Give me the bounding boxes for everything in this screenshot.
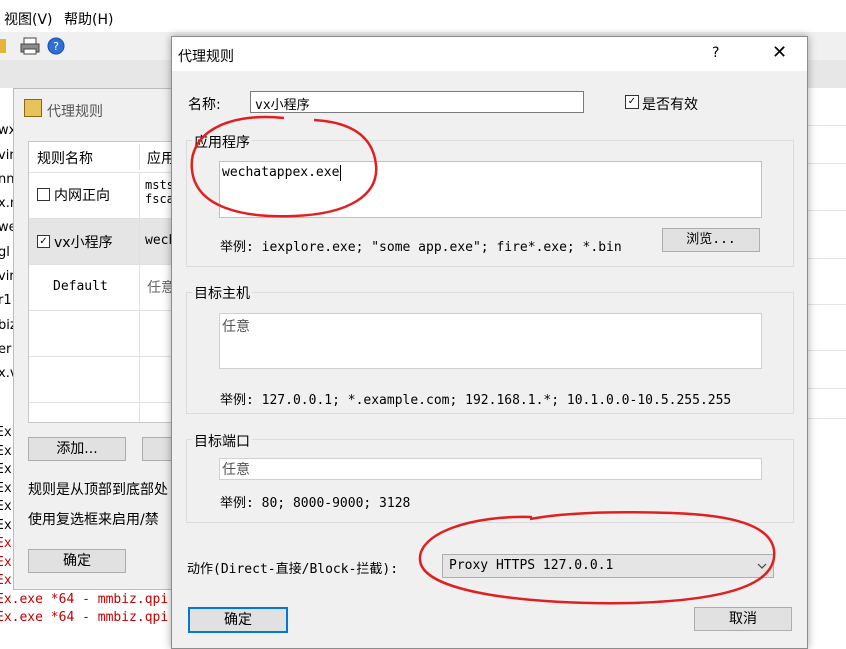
dialog-title: 代理规则 <box>178 49 234 65</box>
background-list-item: er <box>0 342 12 357</box>
name-input[interactable]: vx小程序 <box>250 91 584 113</box>
table-row[interactable]: ✓ vx小程序 wech <box>29 218 189 265</box>
background-list-item: gl <box>0 245 10 260</box>
table-row[interactable]: Default 任意 <box>29 264 189 311</box>
background-log-line: Ex <box>0 517 12 533</box>
dialog-titlebar: 代理规则 ? ✕ <box>172 37 807 71</box>
enabled-label: 是否有效 <box>642 97 698 113</box>
background-right-list <box>806 88 846 647</box>
help-button[interactable]: ? <box>712 45 719 61</box>
background-list-item: nn <box>0 172 14 187</box>
rule-name: 内网正向 <box>54 188 110 204</box>
background-list-item: r1 <box>0 293 12 308</box>
background-list-item: x.m <box>0 196 14 211</box>
rule-enable-checkbox[interactable] <box>37 188 50 201</box>
app-group-label: 应用程序 <box>192 132 252 152</box>
action-select[interactable]: Proxy HTTPS 127.0.0.1 <box>442 554 774 578</box>
background-list-item: we <box>0 220 14 235</box>
rule-name: Default <box>53 279 108 294</box>
background-list-item: vir <box>0 148 14 163</box>
app-input-value: wechatappex.exe <box>222 165 340 180</box>
background-list-item: x.v <box>0 366 14 381</box>
background-log-line: Ex.exe *64 - mmbiz.qpi <box>0 610 169 625</box>
port-input-value: 任意 <box>222 462 250 478</box>
ok-button[interactable]: 确定 <box>188 607 288 633</box>
cancel-button[interactable]: 取消 <box>694 607 792 631</box>
menu-help[interactable]: 帮助(H) <box>64 9 113 29</box>
enabled-checkbox[interactable]: ✓ <box>625 95 639 109</box>
port-group-label: 目标端口 <box>192 431 252 451</box>
action-label: 动作(Direct-直接/Block-拦截): <box>187 562 399 577</box>
browse-button[interactable]: 浏览... <box>662 228 760 252</box>
menu-view[interactable]: 视图(V) <box>4 9 53 29</box>
close-icon[interactable]: ✕ <box>772 42 787 63</box>
table-row[interactable]: 内网正向 msts fsca <box>29 172 189 219</box>
edit-rule-dialog: 代理规则 ? ✕ 名称: vx小程序 ✓ 是否有效 应用程序 wechatapp… <box>171 36 808 649</box>
background-log-line: Ex <box>0 425 12 440</box>
action-select-value: Proxy HTTPS 127.0.0.1 <box>449 558 614 573</box>
rules-dialog-title: 代理规则 <box>47 104 103 120</box>
app-input[interactable]: wechatappex.exe <box>219 161 762 218</box>
rule-enable-checkbox[interactable]: ✓ <box>37 235 50 248</box>
rules-note-checkbox: 使用复选框来启用/禁 <box>28 512 159 528</box>
rule-app: msts fsca <box>145 178 174 206</box>
column-header-name[interactable]: 规则名称 <box>37 148 93 168</box>
background-log-line: Ex <box>0 499 12 514</box>
rule-name: vx小程序 <box>54 235 113 251</box>
rules-note-order: 规则是从顶部到底部处 <box>28 482 168 498</box>
printer-icon[interactable] <box>20 37 40 55</box>
host-input-value: 任意 <box>222 319 250 335</box>
port-input[interactable]: 任意 <box>219 458 762 480</box>
rules-ok-button[interactable]: 确定 <box>28 549 126 573</box>
background-list-item: vir <box>0 269 14 284</box>
background-log-line: Ex <box>0 480 12 496</box>
host-group-label: 目标主机 <box>192 283 252 303</box>
name-input-value: vx小程序 <box>255 98 310 113</box>
background-log-line: Ex <box>0 443 12 459</box>
rules-list-dialog: 代理规则 规则名称 应用 内网正向 msts fsca ✓ vx小程序 wech… <box>13 88 190 590</box>
background-list-item: wx <box>0 123 14 138</box>
folder-icon[interactable] <box>0 39 6 53</box>
background-log-line: Ex <box>0 536 12 551</box>
background-log-line: Ex.exe *64 - mmbiz.qpi <box>0 591 169 607</box>
background-list-item: biz <box>0 318 14 333</box>
name-label: 名称: <box>188 97 221 113</box>
host-input[interactable]: 任意 <box>219 313 762 369</box>
svg-text:?: ? <box>53 40 59 53</box>
rules-app-icon <box>24 99 42 117</box>
browse-button-label: 浏览... <box>686 232 736 247</box>
help-icon[interactable]: ? <box>47 37 65 55</box>
add-rule-button[interactable]: 添加... <box>28 437 126 461</box>
background-log-line: Ex <box>0 462 12 477</box>
app-example-hint: 举例: iexplore.exe; "some app.exe"; fire*.… <box>220 240 622 255</box>
port-example-hint: 举例: 80; 8000-9000; 3128 <box>220 496 411 511</box>
host-example-hint: 举例: 127.0.0.1; *.example.com; 192.168.1.… <box>220 393 732 408</box>
background-menubar: 视图(V) 帮助(H) <box>0 0 846 32</box>
rules-table[interactable]: 规则名称 应用 内网正向 msts fsca ✓ vx小程序 wech Defa… <box>28 141 190 423</box>
chevron-down-icon <box>757 563 767 569</box>
background-log-line: Ex <box>0 554 12 570</box>
